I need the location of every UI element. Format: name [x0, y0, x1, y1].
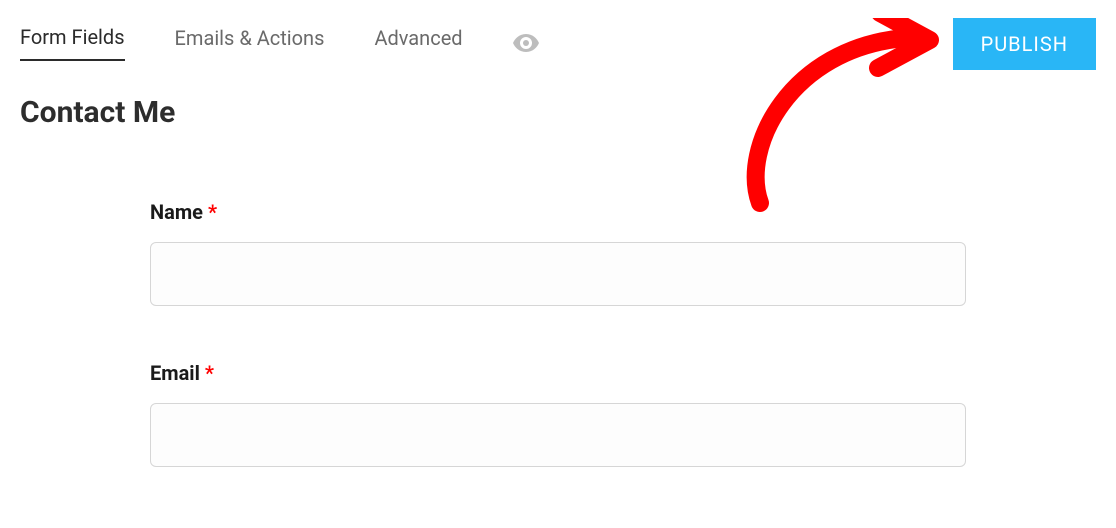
- field-group-name: Name *: [150, 200, 966, 306]
- publish-button[interactable]: PUBLISH: [953, 18, 1096, 70]
- name-input[interactable]: [150, 242, 966, 306]
- email-label-text: Email: [150, 361, 200, 385]
- email-label: Email *: [150, 361, 966, 385]
- field-group-email: Email *: [150, 361, 966, 467]
- tab-advanced[interactable]: Advanced: [374, 26, 462, 60]
- required-asterisk: *: [205, 361, 214, 385]
- name-label-text: Name: [150, 200, 203, 224]
- name-label: Name *: [150, 200, 966, 224]
- email-input[interactable]: [150, 403, 966, 467]
- top-bar: Form Fields Emails & Actions Advanced PU…: [0, 0, 1116, 70]
- page-title: Contact Me: [0, 70, 1116, 150]
- preview-eye-icon[interactable]: [513, 34, 539, 52]
- tab-form-fields[interactable]: Form Fields: [20, 25, 125, 61]
- form-area: Name * Email *: [0, 150, 1116, 467]
- tab-emails-actions[interactable]: Emails & Actions: [175, 26, 325, 60]
- tab-list: Form Fields Emails & Actions Advanced: [20, 25, 539, 61]
- required-asterisk: *: [208, 200, 217, 224]
- link-icon[interactable]: [880, 25, 906, 51]
